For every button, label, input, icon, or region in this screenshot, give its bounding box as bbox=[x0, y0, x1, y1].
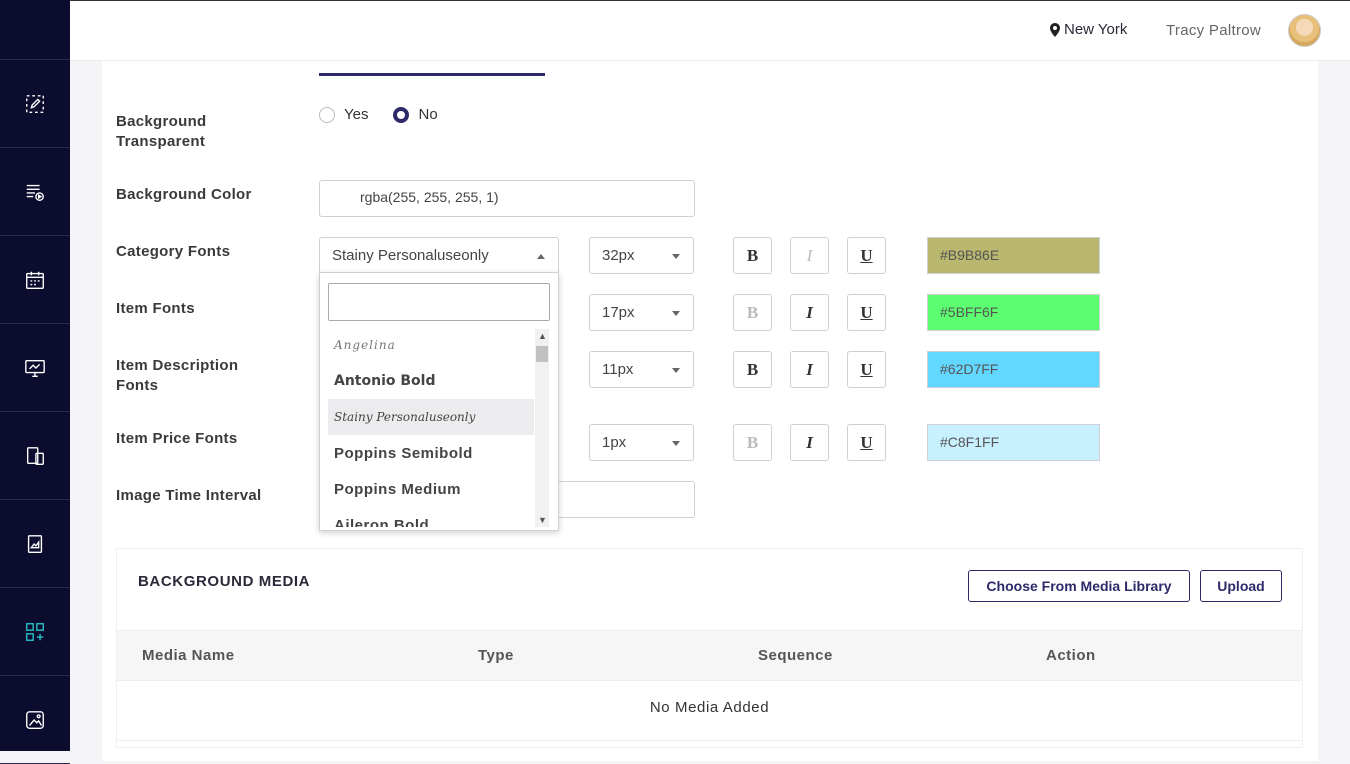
item-color-swatch[interactable]: #5BFF6F bbox=[927, 294, 1100, 331]
item-italic-button[interactable]: I bbox=[790, 294, 829, 331]
font-option[interactable]: Poppins Medium bbox=[328, 471, 534, 507]
caret-down-icon bbox=[672, 441, 680, 446]
item-size-value: 17px bbox=[602, 304, 635, 321]
devices-icon bbox=[26, 446, 44, 465]
caret-down-icon bbox=[672, 254, 680, 259]
item-price-size-select[interactable]: 1px bbox=[589, 424, 694, 461]
upload-button[interactable]: Upload bbox=[1200, 570, 1282, 602]
sidebar-item-playlist[interactable] bbox=[0, 148, 70, 236]
font-option[interactable]: Aileron Bold bbox=[328, 507, 534, 528]
item-fonts-label: Item Fonts bbox=[116, 300, 195, 317]
gallery-icon bbox=[26, 710, 44, 729]
table-divider bbox=[117, 740, 1302, 741]
item-desc-fonts-label: Item Description Fonts bbox=[116, 357, 239, 394]
category-font-value: Stainy Personaluseonly bbox=[332, 247, 489, 264]
sidebar-item-apps-add[interactable] bbox=[0, 588, 70, 676]
radio-yes[interactable] bbox=[319, 106, 335, 123]
item-desc-bold-button[interactable]: B bbox=[733, 351, 772, 388]
scroll-down-icon[interactable]: ▼ bbox=[538, 515, 547, 525]
item-desc-underline-button[interactable]: U bbox=[847, 351, 886, 388]
category-font-select[interactable]: Stainy Personaluseonly bbox=[319, 237, 559, 274]
bg-transparent-no[interactable]: No bbox=[393, 106, 438, 123]
item-bold-button[interactable]: B bbox=[733, 294, 772, 331]
item-desc-size-select[interactable]: 11px bbox=[589, 351, 694, 388]
settings-panel: Background Transparent Yes No Background… bbox=[102, 61, 1318, 761]
image-time-interval-input[interactable] bbox=[542, 481, 695, 518]
item-price-bold-button[interactable]: B bbox=[733, 424, 772, 461]
sidebar-logo-area bbox=[0, 0, 70, 60]
sidebar-item-edit[interactable] bbox=[0, 60, 70, 148]
radio-no-label: No bbox=[418, 106, 438, 123]
user-name[interactable]: Tracy Paltrow bbox=[1166, 22, 1261, 39]
font-dropdown: Angelina Antonio Bold Stainy Personaluse… bbox=[319, 272, 559, 531]
background-media-title: BACKGROUND MEDIA bbox=[138, 573, 311, 590]
monitor-icon bbox=[25, 359, 45, 377]
font-option-list: Angelina Antonio Bold Stainy Personaluse… bbox=[328, 327, 534, 527]
item-desc-italic-button[interactable]: I bbox=[790, 351, 829, 388]
playlist-icon bbox=[26, 184, 44, 201]
bg-color-input[interactable]: rgba(255, 255, 255, 1) bbox=[319, 180, 695, 217]
apps-add-icon bbox=[26, 622, 44, 641]
column-type: Type bbox=[478, 647, 514, 664]
category-color-swatch[interactable]: #B9B86E bbox=[927, 237, 1100, 274]
column-sequence: Sequence bbox=[758, 647, 833, 664]
location[interactable]: New York bbox=[1050, 21, 1127, 38]
font-search-input[interactable] bbox=[328, 283, 550, 321]
bg-color-label: Background Color bbox=[116, 186, 252, 203]
caret-down-icon bbox=[672, 368, 680, 373]
topbar: New York Tracy Paltrow bbox=[70, 0, 1350, 61]
font-option[interactable]: Angelina bbox=[328, 327, 534, 363]
scroll-thumb[interactable] bbox=[536, 346, 548, 362]
category-size-value: 32px bbox=[602, 247, 635, 264]
active-tab-indicator bbox=[319, 73, 545, 76]
calendar-icon bbox=[26, 271, 44, 289]
item-desc-color-swatch[interactable]: #62D7FF bbox=[927, 351, 1100, 388]
edit-icon bbox=[26, 94, 44, 113]
sidebar bbox=[0, 0, 70, 764]
caret-up-icon bbox=[537, 254, 545, 259]
category-underline-button[interactable]: U bbox=[847, 237, 886, 274]
media-table-header: Media Name Type Sequence Action bbox=[117, 630, 1302, 681]
sidebar-item-devices[interactable] bbox=[0, 412, 70, 500]
column-media-name: Media Name bbox=[142, 647, 235, 664]
column-action: Action bbox=[1046, 647, 1096, 664]
item-price-italic-button[interactable]: I bbox=[790, 424, 829, 461]
map-pin-icon bbox=[1050, 22, 1060, 37]
item-size-select[interactable]: 17px bbox=[589, 294, 694, 331]
category-size-select[interactable]: 32px bbox=[589, 237, 694, 274]
category-bold-button[interactable]: B bbox=[733, 237, 772, 274]
dropdown-scrollbar[interactable]: ▲ ▼ bbox=[535, 329, 549, 527]
caret-down-icon bbox=[672, 311, 680, 316]
font-option[interactable]: Antonio Bold bbox=[328, 363, 534, 399]
background-media-section: BACKGROUND MEDIA Choose From Media Libra… bbox=[116, 548, 1303, 748]
item-desc-size-value: 11px bbox=[602, 361, 634, 378]
radio-yes-label: Yes bbox=[344, 106, 369, 123]
scroll-up-icon[interactable]: ▲ bbox=[538, 331, 547, 341]
image-time-interval-label: Image Time Interval bbox=[116, 487, 262, 504]
bg-transparent-label: Background Transparent bbox=[116, 113, 207, 150]
item-price-size-value: 1px bbox=[602, 434, 627, 451]
category-fonts-label: Category Fonts bbox=[116, 243, 231, 260]
item-price-fonts-label: Item Price Fonts bbox=[116, 430, 238, 447]
avatar[interactable] bbox=[1288, 14, 1321, 47]
choose-from-media-library-button[interactable]: Choose From Media Library bbox=[968, 570, 1190, 602]
category-italic-button[interactable]: I bbox=[790, 237, 829, 274]
location-label: New York bbox=[1064, 21, 1128, 38]
sidebar-item-calendar[interactable] bbox=[0, 236, 70, 324]
item-price-color-swatch[interactable]: #C8F1FF bbox=[927, 424, 1100, 461]
sidebar-item-image-frame[interactable] bbox=[0, 500, 70, 588]
sidebar-item-monitor[interactable] bbox=[0, 324, 70, 412]
no-media-message: No Media Added bbox=[649, 699, 770, 716]
image-frame-icon bbox=[27, 534, 43, 553]
radio-no[interactable] bbox=[393, 106, 410, 123]
font-option[interactable]: Poppins Semibold bbox=[328, 435, 534, 471]
bg-transparent-radio-group: Yes No bbox=[319, 106, 455, 123]
bg-transparent-yes[interactable]: Yes bbox=[319, 106, 368, 123]
font-option[interactable]: Stainy Personaluseonly bbox=[328, 399, 534, 435]
item-price-underline-button[interactable]: U bbox=[847, 424, 886, 461]
item-underline-button[interactable]: U bbox=[847, 294, 886, 331]
